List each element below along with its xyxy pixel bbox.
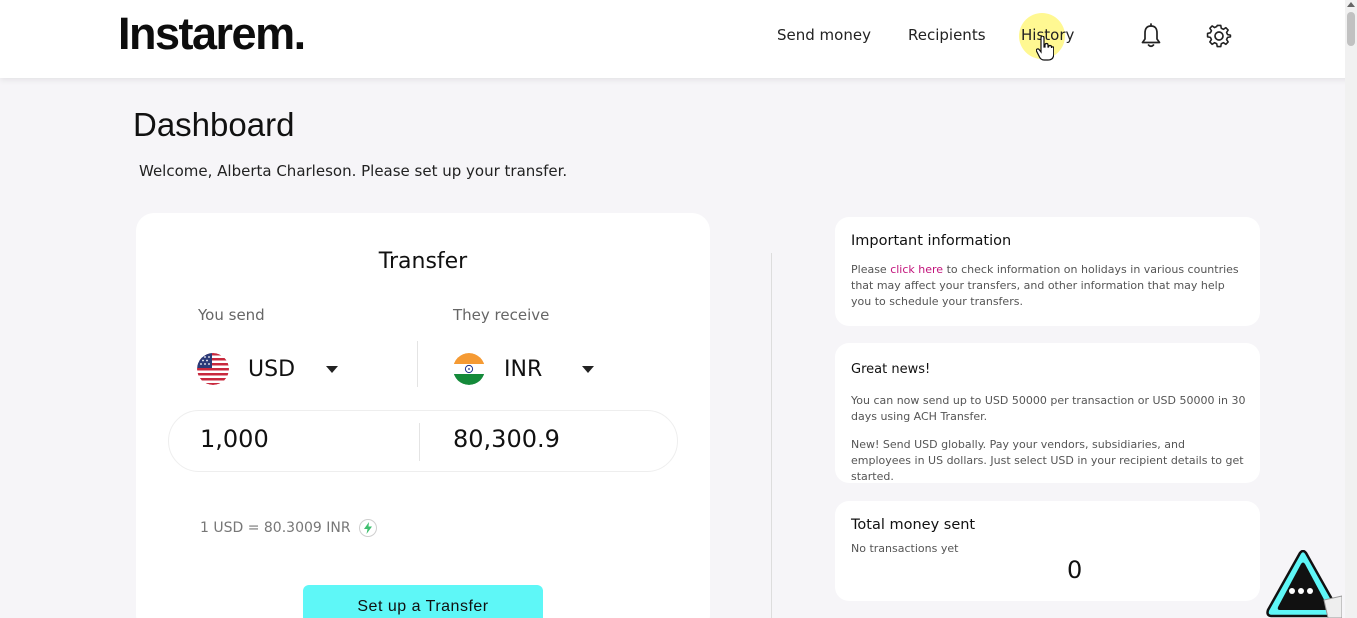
top-header: Instarem. Send money Recipients History (0, 0, 1357, 78)
send-amount-input[interactable]: 1,000 (200, 425, 269, 453)
total-money-sent-title: Total money sent (851, 517, 976, 533)
great-news-text-2: New! Send USD globally. Pay your vendors… (851, 438, 1244, 483)
send-currency-select[interactable]: USD (197, 351, 338, 387)
gear-icon[interactable] (1205, 22, 1233, 50)
scroll-thumb[interactable] (1347, 12, 1355, 46)
no-transactions-text: No transactions yet (851, 542, 959, 555)
instarem-logo[interactable]: Instarem. (118, 8, 306, 60)
important-information-text: Please click here to check information o… (851, 262, 1246, 310)
they-receive-label: They receive (453, 306, 550, 324)
important-information-card: Important information Please click here … (835, 217, 1260, 326)
transfer-title: Transfer (378, 249, 468, 274)
receive-currency-select[interactable]: INR (453, 351, 594, 387)
chevron-down-icon (326, 365, 338, 373)
bell-icon[interactable] (1137, 22, 1165, 50)
transfer-card: Transfer You send They receive USD INR 1… (136, 213, 710, 618)
you-send-label: You send (198, 306, 265, 324)
welcome-message: Welcome, Alberta Charleson. Please set u… (139, 162, 568, 180)
important-information-title: Important information (851, 233, 1012, 249)
hand-cursor-icon (1036, 36, 1054, 61)
chat-support-icon[interactable] (1262, 550, 1342, 618)
exchange-rate: 1 USD = 80.3009 INR (200, 519, 377, 537)
page-scrollbar[interactable] (1345, 0, 1357, 618)
receive-currency-code: INR (504, 356, 543, 382)
great-news-card: Great news! You can now send up to USD 5… (835, 343, 1260, 483)
setup-transfer-button[interactable]: Set up a Transfer (303, 585, 543, 618)
column-divider (771, 253, 772, 618)
exchange-rate-text: 1 USD = 80.3009 INR (200, 520, 351, 536)
page-title: Dashboard (133, 106, 295, 143)
amount-divider (419, 423, 420, 461)
important-text-before: Please (851, 263, 891, 276)
us-flag-icon (197, 353, 229, 385)
send-currency-code: USD (248, 356, 296, 382)
lightning-icon (358, 519, 377, 537)
nav-send-money[interactable]: Send money (777, 26, 871, 44)
scroll-up-arrow-icon[interactable] (1347, 2, 1355, 7)
receive-amount-input[interactable]: 80,300.9 (453, 425, 560, 453)
total-money-sent-value: 0 (1067, 556, 1083, 584)
currency-divider (417, 341, 418, 387)
total-money-sent-card: Total money sent No transactions yet 0 (835, 501, 1260, 601)
india-flag-icon (453, 353, 485, 385)
great-news-text-1: You can now send up to USD 50000 per tra… (851, 394, 1246, 423)
click-here-link[interactable]: click here (890, 263, 943, 276)
chevron-down-icon (582, 365, 594, 373)
great-news-title: Great news! (851, 362, 931, 377)
nav-recipients[interactable]: Recipients (908, 26, 986, 44)
